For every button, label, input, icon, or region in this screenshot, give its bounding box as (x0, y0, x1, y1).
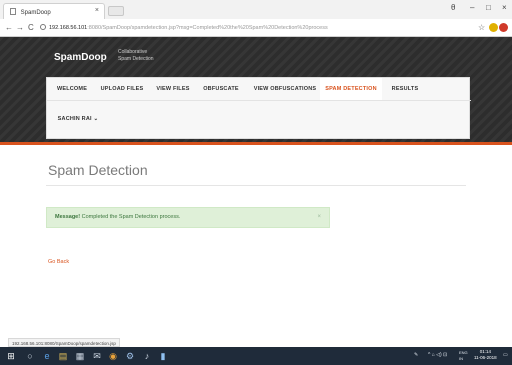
success-alert: Message! Completed the Spam Detection pr… (46, 207, 330, 228)
search-icon[interactable]: ○ (25, 351, 35, 361)
new-tab-button[interactable] (108, 6, 124, 16)
edge-browser-icon[interactable]: e (42, 351, 52, 361)
url-path: :8080/SpamDoop/spamdetection.jsp?msg=Com… (87, 25, 328, 31)
nav-welcome[interactable]: WELCOME (53, 78, 91, 100)
site-tagline: Collaborative Spam Detection (118, 49, 154, 63)
chevron-down-icon: ⌄ (93, 116, 99, 122)
browser-tab-strip: SpamDoop × θ – □ × (0, 0, 512, 19)
user-menu-dropdown[interactable]: SACHIN RAI ⌄ (53, 108, 103, 130)
nav-view-files[interactable]: VIEW FILES (151, 78, 195, 100)
close-window-button[interactable]: × (502, 3, 507, 12)
page-icon (10, 8, 16, 15)
extension-icon[interactable] (489, 23, 498, 32)
user-menu-label: SACHIN RAI (57, 116, 92, 122)
region-code: IN (459, 356, 463, 361)
windows-start-icon[interactable]: ⊞ (6, 351, 16, 361)
address-bar-row: ← → C 192.168.56.101:8080/SpamDoop/spamd… (0, 19, 512, 37)
main-navigation: WELCOME UPLOAD FILES VIEW FILES OBFUSCAT… (46, 77, 471, 139)
alert-heading: Message! (55, 214, 81, 220)
nav-upload-files[interactable]: UPLOAD FILES (95, 78, 149, 100)
clock-date: 11-06-2018 (474, 355, 497, 360)
go-back-link[interactable]: Go Back (48, 259, 69, 265)
tagline-line-2: Spam Detection (118, 56, 154, 62)
bookmark-star-icon[interactable]: ☆ (478, 23, 485, 32)
url-host: 192.168.56.101 (49, 25, 88, 31)
tray-people-icon[interactable]: ✎ (414, 352, 418, 358)
browser-tab[interactable]: SpamDoop × (3, 3, 105, 19)
url-input[interactable]: 192.168.56.101:8080/SpamDoop/spamdetecti… (40, 22, 470, 34)
settings-gear-icon[interactable]: ⚙ (125, 351, 135, 361)
maximize-button[interactable]: □ (486, 3, 491, 12)
alert-message: Completed the Spam Detection process. (80, 214, 181, 220)
os-taskbar: ⊞ ○ e ▤ ▦ ✉ ◉ ⚙ ♪ ▮ ✎ ^ ⌂ ◁) ⊡ ENG IN 01… (0, 347, 512, 365)
tagline-line-1: Collaborative (118, 49, 148, 55)
nav-view-obfuscations[interactable]: VIEW OBFUSCATIONS (248, 78, 322, 100)
file-explorer-icon[interactable]: ▤ (58, 351, 68, 361)
reload-icon[interactable]: C (28, 23, 34, 32)
site-header: SpamDoop Collaborative Spam Detection WE… (0, 37, 512, 145)
extension-icon[interactable] (499, 23, 508, 32)
info-icon[interactable] (40, 24, 46, 30)
tab-title: SpamDoop (20, 10, 51, 16)
minimize-button[interactable]: – (470, 3, 474, 12)
tray-icons[interactable]: ^ ⌂ ◁) ⊡ (428, 352, 447, 358)
nav-divider (47, 100, 471, 101)
profile-icon[interactable]: θ (451, 3, 455, 12)
alert-close-icon[interactable]: × (317, 208, 321, 227)
forward-arrow-icon[interactable]: → (16, 23, 24, 32)
title-divider (46, 185, 466, 186)
mail-icon[interactable]: ✉ (92, 351, 102, 361)
taskbar-clock[interactable]: 01:14 11-06-2018 (474, 349, 497, 361)
input-language[interactable]: ENG IN (459, 350, 468, 362)
nav-results[interactable]: RESULTS (385, 78, 425, 100)
site-brand-logo[interactable]: SpamDoop (54, 52, 107, 63)
nav-spam-detection[interactable]: SPAM DETECTION (320, 78, 382, 100)
nav-obfuscate[interactable]: OBFUSCATE (197, 78, 245, 100)
chrome-icon[interactable]: ◉ (108, 351, 118, 361)
page-title: Spam Detection (48, 162, 148, 178)
app-icon[interactable]: ▮ (158, 351, 168, 361)
back-arrow-icon[interactable]: ← (5, 23, 13, 32)
language-code: ENG (459, 350, 468, 355)
notification-center-icon[interactable]: ▭ (503, 352, 508, 358)
page-viewport: SpamDoop Collaborative Spam Detection WE… (0, 37, 512, 354)
tab-close-icon[interactable]: × (95, 7, 99, 14)
link-status-tooltip: 192.168.56.101:8080/SpamDoop/spamdetecti… (8, 338, 120, 347)
store-icon[interactable]: ▦ (75, 351, 85, 361)
app-icon[interactable]: ♪ (142, 351, 152, 361)
